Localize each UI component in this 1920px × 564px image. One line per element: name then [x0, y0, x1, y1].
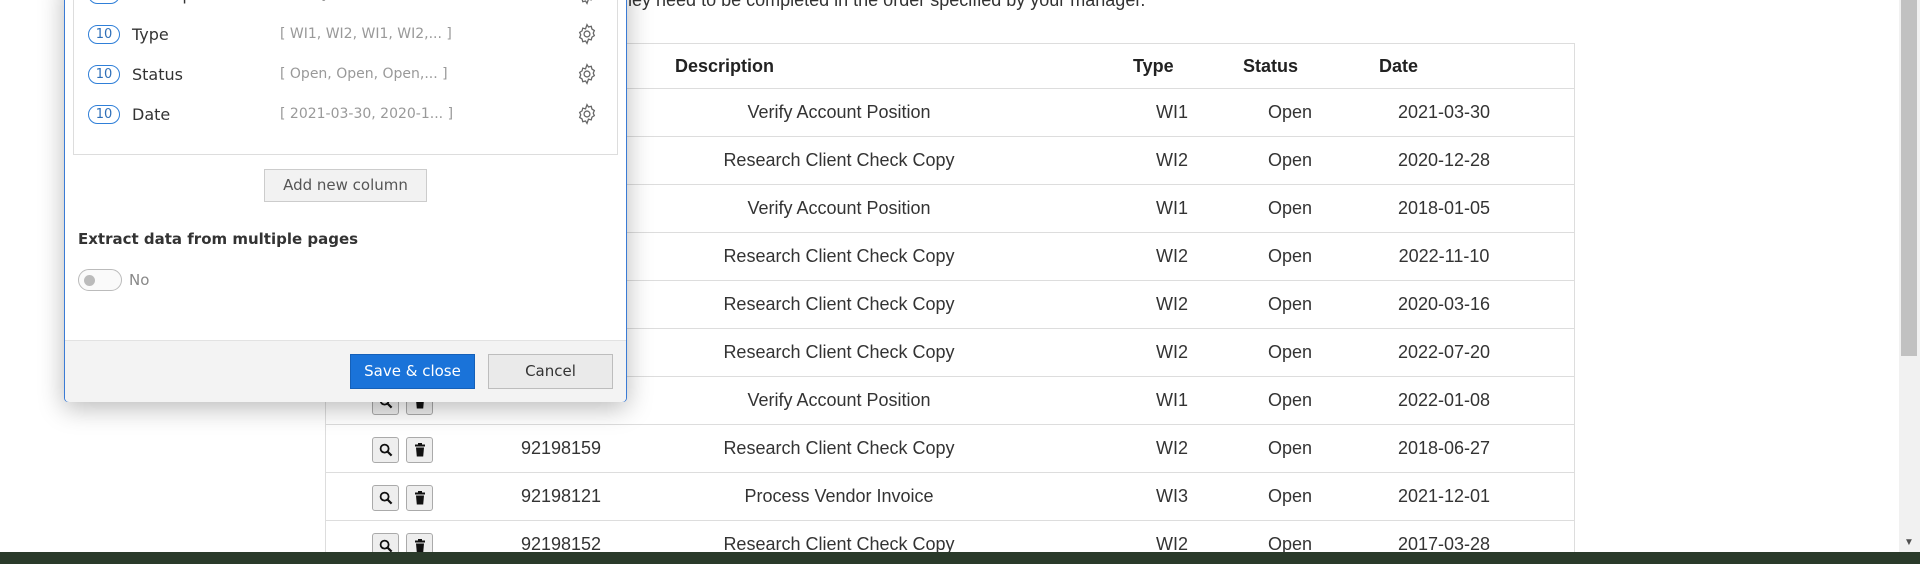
column-list: 10 Description [ Verify Account Posit... ]… [73, 0, 618, 155]
dialog-footer: Save & close Cancel [65, 340, 626, 402]
cancel-button[interactable]: Cancel [488, 354, 613, 389]
cell-type: WI1 [1155, 198, 1188, 218]
cell-id: 92198121 [520, 486, 602, 506]
save-and-close-button[interactable]: Save & close [350, 354, 475, 389]
extract-multiple-pages-label: Extract data from multiple pages [78, 230, 359, 248]
cell-status: Open [1267, 198, 1313, 218]
cell-date: 2020-03-16 [1397, 294, 1491, 314]
column-name: Type [132, 25, 169, 44]
instruction-text: ney need to be completed in the order sp… [622, 0, 1146, 10]
table-row: 92198121 Process Vendor Invoice WI3 Open 202… [326, 473, 1574, 521]
cell-status: Open [1267, 390, 1313, 410]
column-preview: [ WI1, WI2, WI1, WI2,... ] [280, 26, 452, 42]
cell-type: WI2 [1155, 342, 1188, 362]
header-date: Date [1379, 56, 1419, 76]
column-config-row: 10 Description [ Verify Account Posit... ] [74, 0, 617, 15]
cell-type: WI2 [1155, 150, 1188, 170]
column-config-row: 10 Status [ Open, Open, Open,... ] [74, 55, 617, 95]
cell-type: WI2 [1155, 246, 1188, 266]
cell-description: Research Client Check Copy [723, 438, 955, 458]
column-preview: [ Open, Open, Open,... ] [280, 66, 448, 82]
scrollbar-thumb[interactable] [1901, 0, 1917, 356]
cell-date: 2022-11-10 [1398, 246, 1490, 266]
cell-description: Research Client Check Copy [723, 150, 955, 170]
cell-type: WI2 [1155, 294, 1188, 314]
column-count-badge: 10 [88, 65, 120, 84]
column-preview: [ Verify Account Posit... ] [280, 0, 452, 2]
search-icon[interactable] [372, 437, 399, 463]
extract-data-dialog: 10 Description [ Verify Account Posit... ]… [64, 0, 627, 402]
column-name: Status [132, 65, 183, 84]
cell-date: 2021-12-01 [1397, 486, 1491, 506]
column-name: Description [132, 0, 223, 4]
cell-id: 92198159 [520, 438, 602, 458]
cell-date: 2020-12-28 [1397, 150, 1491, 170]
trash-icon[interactable] [406, 437, 433, 463]
column-count-badge: 10 [88, 25, 120, 44]
cell-status: Open [1267, 486, 1313, 506]
cell-description: Research Client Check Copy [723, 342, 955, 362]
cell-date: 2022-01-08 [1397, 390, 1491, 410]
table-row: 92198159 Research Client Check Copy WI2 Ope… [326, 425, 1574, 473]
cell-date: 2022-07-20 [1397, 342, 1491, 362]
scroll-down-arrow-icon[interactable]: ▼ [1904, 537, 1914, 548]
header-type: Type [1133, 56, 1174, 76]
gear-icon[interactable] [576, 23, 598, 50]
search-icon[interactable] [372, 485, 399, 511]
cell-status: Open [1267, 342, 1313, 362]
cell-date: 2018-06-27 [1397, 438, 1491, 458]
cell-status: Open [1267, 150, 1313, 170]
cell-status: Open [1267, 294, 1313, 314]
gear-icon[interactable] [576, 0, 598, 10]
cell-description: Verify Account Position [747, 198, 931, 218]
column-config-row: 10 Type [ WI1, WI2, WI1, WI2,... ] [74, 15, 617, 55]
trash-icon[interactable] [406, 485, 433, 511]
gear-icon[interactable] [576, 63, 598, 90]
cell-status: Open [1267, 438, 1313, 458]
cell-date: 2018-01-05 [1397, 198, 1491, 218]
taskbar-strip [0, 552, 1920, 564]
toggle-knob [84, 275, 95, 286]
cell-type: WI2 [1155, 438, 1188, 458]
cell-type: WI1 [1155, 102, 1188, 122]
multiple-pages-toggle[interactable] [78, 269, 122, 291]
column-name: Date [132, 105, 171, 124]
column-count-badge: 10 [88, 105, 120, 124]
header-status: Status [1243, 56, 1299, 76]
column-preview: [ 2021-03-30, 2020-1... ] [280, 106, 454, 122]
cell-status: Open [1267, 246, 1313, 266]
cell-type: WI3 [1155, 486, 1188, 506]
toggle-state-label: No [129, 271, 150, 289]
cell-description: Process Vendor Invoice [744, 486, 934, 506]
cell-description: Verify Account Position [747, 102, 931, 122]
column-count-badge: 10 [88, 0, 120, 4]
gear-icon[interactable] [576, 103, 598, 130]
column-config-row: 10 Date [ 2021-03-30, 2020-1... ] [74, 95, 617, 135]
cell-description: Research Client Check Copy [723, 294, 955, 314]
cell-description: Verify Account Position [747, 390, 931, 410]
cell-date: 2021-03-30 [1397, 102, 1491, 122]
add-new-column-button[interactable]: Add new column [264, 169, 427, 202]
cell-type: WI1 [1155, 390, 1188, 410]
cell-status: Open [1267, 102, 1313, 122]
cell-description: Research Client Check Copy [723, 246, 955, 266]
header-description: Description [675, 56, 775, 76]
